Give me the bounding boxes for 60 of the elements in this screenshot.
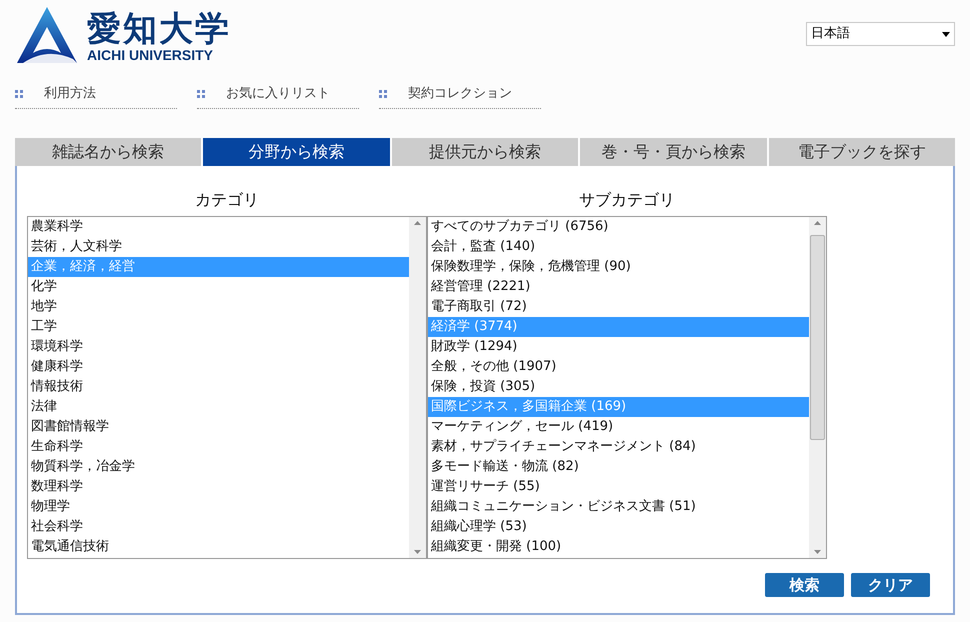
nav-link[interactable]: 契約コレクション <box>408 84 512 104</box>
list-option[interactable]: 情報技術 <box>28 377 409 397</box>
logo-icon <box>15 5 79 65</box>
list-option[interactable]: 物理学 <box>28 497 409 517</box>
scroll-down-icon <box>414 550 421 554</box>
scroll-down-icon <box>814 550 821 554</box>
list-option[interactable]: 電気通信技術 <box>28 537 409 557</box>
list-option[interactable]: 化学 <box>28 277 409 297</box>
list-option[interactable]: 経営管理 (2221) <box>428 277 809 297</box>
list-option[interactable]: すべてのサブカテゴリ (6756) <box>428 217 809 237</box>
list-option[interactable]: 図書館情報学 <box>28 417 409 437</box>
scrollbar-thumb[interactable] <box>810 235 825 440</box>
list-option[interactable]: 工学 <box>28 317 409 337</box>
scroll-up-icon <box>814 221 821 225</box>
nav-link[interactable]: 利用方法 <box>44 84 96 104</box>
list-option[interactable]: 多モード輸送・物流 (82) <box>428 457 809 477</box>
list-option[interactable]: 財政学 (1294) <box>428 337 809 357</box>
list-option[interactable]: 運営リサーチ (55) <box>428 477 809 497</box>
list-option[interactable]: 物質科学，冶金学 <box>28 457 409 477</box>
scrollbar[interactable] <box>809 217 826 558</box>
list-option[interactable]: 環境科学 <box>28 337 409 357</box>
list-option[interactable]: 数理科学 <box>28 477 409 497</box>
list-box[interactable]: 農業科学 芸術，人文科学 企業，経済，経営 化学 地学 工学 環境科学 健康科学 情報技術 法律 図書館情報学 生命科学 物質科学，冶金学 数理科学 物理学 社会科学 電気通信技術 <box>27 216 427 559</box>
list-heading: カテゴリ <box>195 189 259 211</box>
list-option[interactable]: 保険数理学，保険，危機管理 (90) <box>428 257 809 277</box>
scrollbar[interactable] <box>409 217 426 558</box>
list-option[interactable]: 素材，サプライチェーンマネージメント (84) <box>428 437 809 457</box>
list-option[interactable]: 芸術，人文科学 <box>28 237 409 257</box>
list-option[interactable]: 社会科学 <box>28 517 409 537</box>
grid-bullet-icon <box>197 90 205 98</box>
nav-link[interactable]: お気に入りリスト <box>226 84 330 104</box>
logo-title: 愛知大学 <box>87 11 231 47</box>
tab[interactable]: 雑誌名から検索 <box>15 138 202 166</box>
list-option[interactable]: 地学 <box>28 297 409 317</box>
scroll-up-icon <box>414 221 421 225</box>
dropdown-caret-icon <box>942 32 950 36</box>
grid-bullet-icon <box>379 90 387 98</box>
list-box[interactable] <box>427 216 827 559</box>
action-button[interactable]: 検索 <box>765 573 844 597</box>
list-option[interactable]: 保険，投資 (305) <box>428 377 809 397</box>
list-option[interactable]: 電子商取引 (72) <box>428 297 809 317</box>
action-button[interactable]: クリア <box>851 573 930 597</box>
list-option[interactable]: 全般，その他 (1907) <box>428 357 809 377</box>
list-option[interactable]: 会計，監査 (140) <box>428 237 809 257</box>
tab[interactable]: 分野から検索 <box>203 138 390 166</box>
list-option[interactable]: 組織変更・開発 (100) <box>428 537 809 557</box>
list-option[interactable]: 組織コミュニケーション・ビジネス文書 (51) <box>428 497 809 517</box>
list-option[interactable]: 組織心理学 (53) <box>428 517 809 537</box>
list-option[interactable]: 健康科学 <box>28 357 409 377</box>
list-option[interactable]: 農業科学 <box>28 217 409 237</box>
grid-bullet-icon <box>15 90 23 98</box>
language-select[interactable]: 日本語 <box>806 22 955 46</box>
list-option[interactable]: 法律 <box>28 397 409 417</box>
tab[interactable]: 提供元から検索 <box>392 138 578 166</box>
list-heading: サブカテゴリ <box>579 189 675 211</box>
tab[interactable]: 巻・号・頁から検索 <box>580 138 767 166</box>
list-option[interactable]: マーケティング，セール (419) <box>428 417 809 437</box>
tab[interactable]: 電子ブックを探す <box>768 138 956 166</box>
logo-subtitle: AICHI UNIVERSITY <box>87 47 214 63</box>
list-option[interactable]: 生命科学 <box>28 437 409 457</box>
